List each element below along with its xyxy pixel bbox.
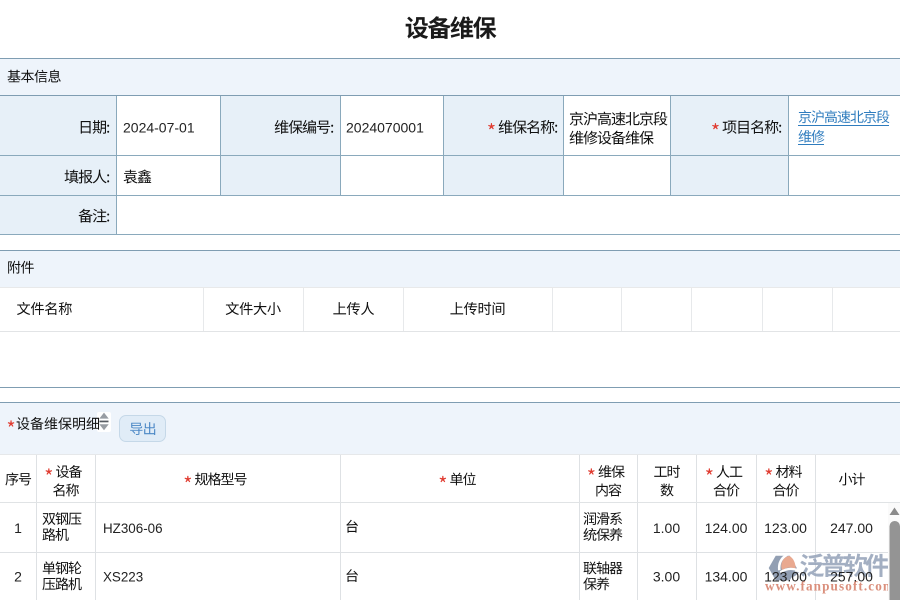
svg-text:257.00: 257.00 bbox=[830, 569, 873, 585]
svg-text:1.00: 1.00 bbox=[653, 520, 680, 536]
svg-text:134.00: 134.00 bbox=[705, 569, 748, 585]
svg-text:XS223: XS223 bbox=[103, 570, 143, 585]
svg-text:2: 2 bbox=[14, 569, 22, 585]
svg-text:2024070001: 2024070001 bbox=[346, 120, 424, 136]
svg-text:247.00: 247.00 bbox=[830, 520, 873, 536]
svg-text:3.00: 3.00 bbox=[653, 569, 680, 585]
svg-text:123.00: 123.00 bbox=[764, 520, 807, 536]
svg-text:124.00: 124.00 bbox=[705, 520, 748, 536]
svg-text:HZ306-06: HZ306-06 bbox=[103, 521, 163, 536]
svg-text:123.00: 123.00 bbox=[764, 569, 807, 585]
svg-text:1: 1 bbox=[14, 520, 22, 536]
svg-text:2024-07-01: 2024-07-01 bbox=[123, 120, 195, 136]
